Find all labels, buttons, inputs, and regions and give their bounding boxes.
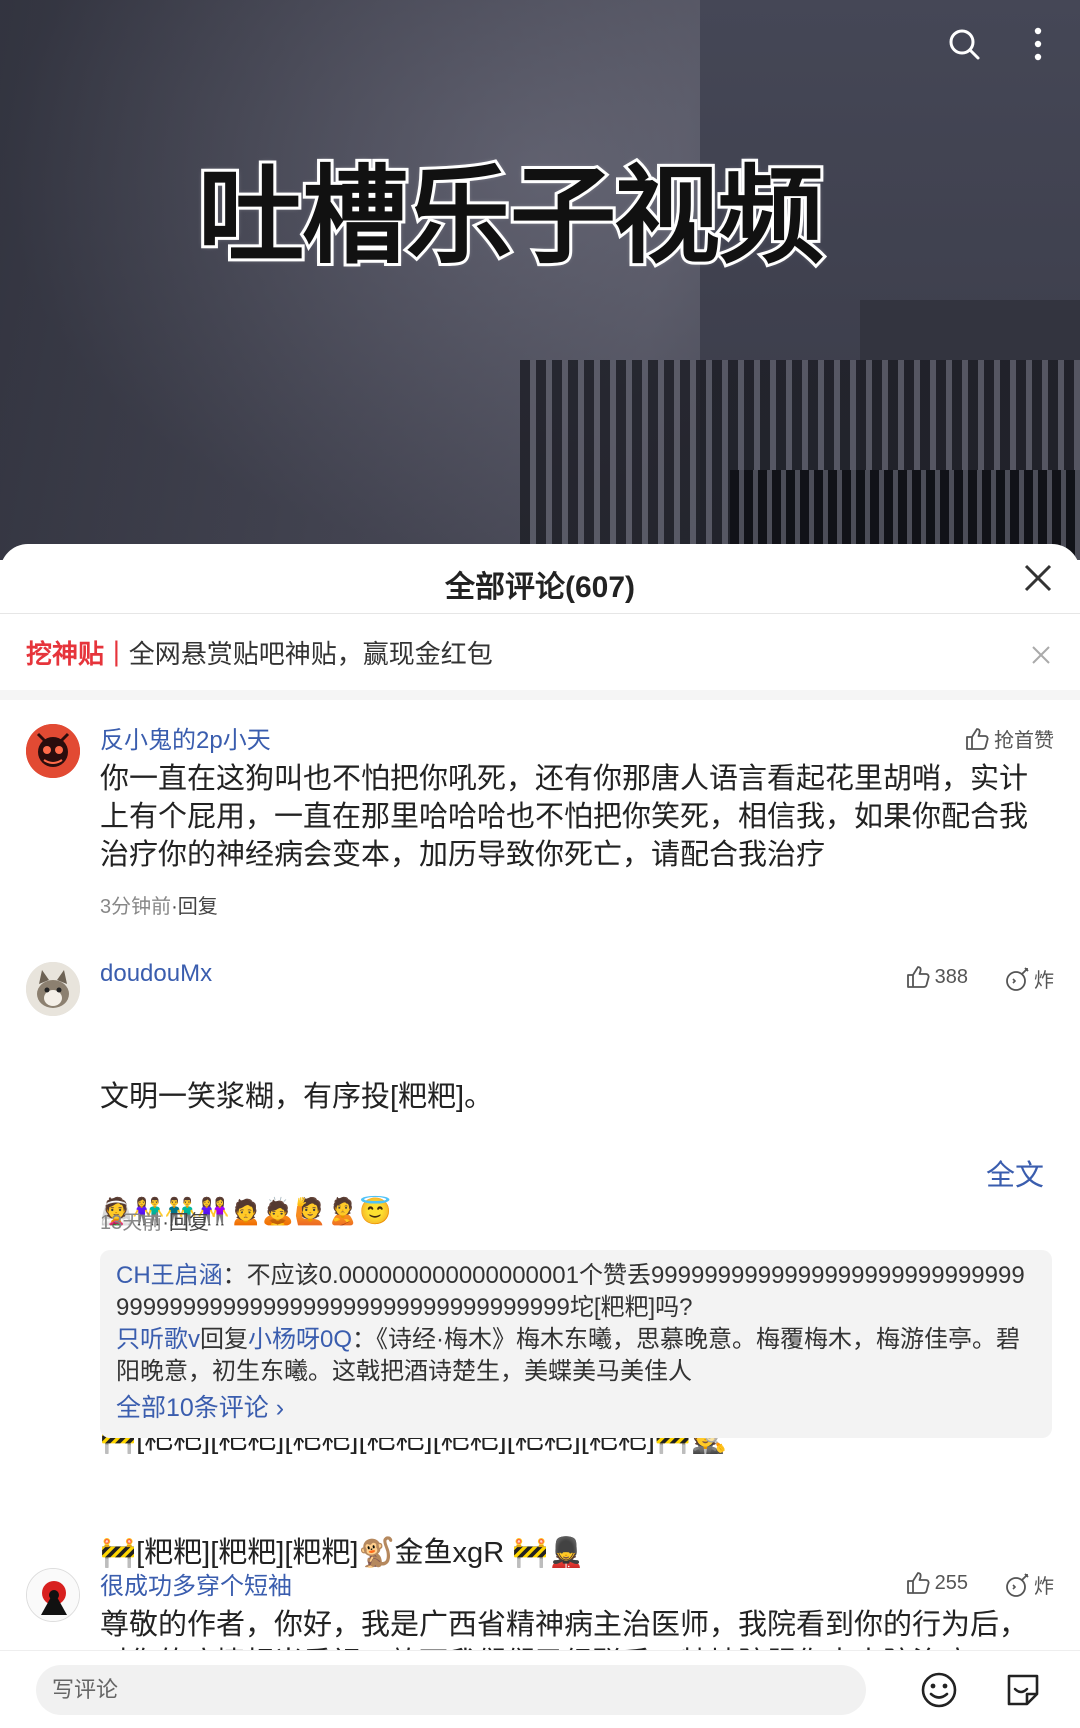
like-button[interactable]: 抢首赞 [964, 724, 1054, 753]
bomb-button[interactable]: 炸 [1004, 964, 1054, 993]
like-button[interactable]: 255 [905, 1570, 968, 1596]
banner-close-icon[interactable] [1030, 644, 1052, 666]
reply-text: ：不应该0.000000000000000001个赞丢9999999999999… [116, 1262, 1025, 1321]
bomb-icon [1006, 1572, 1029, 1597]
like-label: 抢首赞 [994, 730, 1054, 752]
bottom-input-bar: 写评论 [0, 1650, 1080, 1728]
video-title: 吐槽乐子视频 [195, 152, 827, 281]
comment-time: 13天前 [100, 1212, 163, 1234]
comment-meta: 13天前·回复 [100, 1206, 209, 1235]
reply-username[interactable]: CH王启涵 [116, 1262, 223, 1289]
reply-target-username[interactable]: 小杨呀0Q [248, 1326, 352, 1353]
full-text-link[interactable]: 全文 [986, 1152, 1044, 1194]
comment-emoji-line: 👰👫👬👭🙍🙇🙋🙎😇 [100, 1196, 392, 1226]
comments-title: 全部评论(607) [444, 571, 636, 604]
comment-text[interactable]: 你一直在这狗叫也不怕把你吼死，还有你那唐人语言看起花里胡哨，实计上有个屁用，一直… [100, 760, 1050, 874]
reply-connector: 回复 [200, 1326, 248, 1353]
avatar[interactable] [26, 1568, 80, 1622]
thumbs-up-icon [906, 1572, 930, 1594]
replies-box: CH王启涵：不应该0.000000000000000001个赞丢99999999… [100, 1250, 1052, 1438]
thumbs-up-icon [906, 966, 930, 988]
reply-button[interactable]: ·回复 [171, 896, 218, 918]
comment-line: 文明一笑浆糊，有序投[粑粑]。 [100, 1081, 494, 1113]
avatar[interactable] [26, 962, 80, 1016]
sticker-icon[interactable] [1000, 1667, 1046, 1713]
like-button[interactable]: 388 [905, 964, 968, 990]
banner-tag: 挖神贴 [26, 638, 105, 669]
comment-time: 3分钟前 [100, 896, 172, 918]
bomb-button[interactable]: 炸 [1004, 1570, 1054, 1599]
view-all-replies-link[interactable]: 全部10条评论 › [116, 1392, 1036, 1424]
video-player[interactable]: 吐槽乐子视频 [0, 0, 1080, 560]
like-count: 255 [934, 1571, 968, 1594]
like-count: 388 [934, 965, 968, 988]
more-vertical-icon[interactable] [1008, 14, 1068, 74]
reply-item[interactable]: CH王启涵：不应该0.000000000000000001个赞丢99999999… [116, 1260, 1036, 1324]
bomb-label: 炸 [1034, 970, 1054, 992]
promo-banner[interactable]: 挖神贴 | 全网悬赏贴吧神贴，赢现金红包 [0, 614, 1080, 700]
comment-username[interactable]: 反小鬼的2p小天 [100, 720, 271, 755]
thumbs-up-icon [966, 727, 989, 750]
comment-username[interactable]: doudouMx [100, 960, 212, 988]
search-icon[interactable] [934, 14, 994, 74]
reply-item[interactable]: 只听歌v回复小杨呀0Q：《诗经·梅木》梅木东曦，思慕晚意。梅覆梅木，梅游佳亭。碧… [116, 1324, 1036, 1388]
comment-username[interactable]: 很成功多穿个短袖 [100, 1566, 292, 1601]
close-icon[interactable] [1018, 558, 1058, 598]
bomb-icon [1006, 966, 1029, 991]
reply-button[interactable]: ·回复 [162, 1212, 209, 1234]
comment-input[interactable]: 写评论 [36, 1665, 866, 1715]
sheet-header: 全部评论(607) [0, 544, 1080, 614]
avatar[interactable] [26, 724, 80, 778]
comment-meta: 3分钟前·回复 [100, 890, 218, 919]
banner-separator: | [112, 637, 121, 667]
banner-text: 全网悬赏贴吧神贴，赢现金红包 [128, 638, 493, 669]
reply-username[interactable]: 只听歌v [116, 1326, 200, 1353]
bomb-label: 炸 [1034, 1576, 1054, 1598]
emoji-icon[interactable] [916, 1667, 962, 1713]
